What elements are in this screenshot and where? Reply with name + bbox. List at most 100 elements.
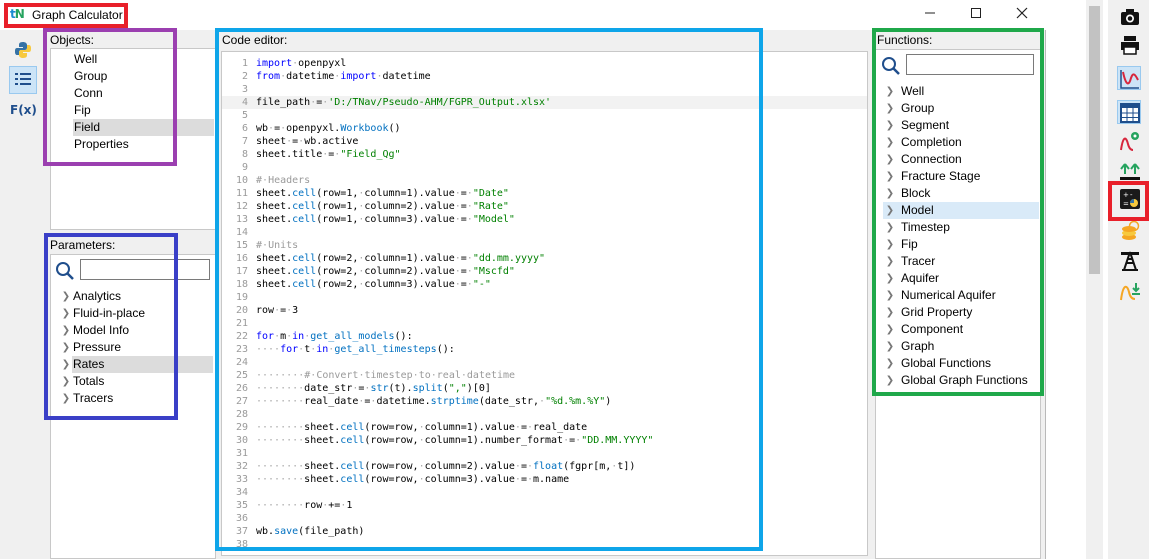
code-line[interactable]: 1 import·openpyxl xyxy=(222,57,867,70)
code-line[interactable]: 29 ········sheet.cell(row=row,·column=1).… xyxy=(222,421,867,434)
code-line[interactable]: 23 ····for·t·in·get_all_timesteps(): xyxy=(222,343,867,356)
function-item-label: Completion xyxy=(901,135,962,149)
list-button[interactable] xyxy=(9,66,37,94)
code-line[interactable]: 30 ········sheet.cell(row=row,·column=1).… xyxy=(222,434,867,447)
parameter-item-rates[interactable]: ❯ Rates xyxy=(59,356,214,373)
print-button[interactable] xyxy=(1117,32,1141,56)
table-button[interactable] xyxy=(1117,100,1141,124)
code-line[interactable]: 3 xyxy=(222,83,867,96)
code-line[interactable]: 37 wb.save(file_path) xyxy=(222,525,867,538)
close-button[interactable] xyxy=(1002,3,1042,27)
function-item-timestep[interactable]: ❯ Timestep xyxy=(883,219,1039,236)
code-line[interactable]: 13 sheet.cell(row=1,·column=3).value·=·"M… xyxy=(222,213,867,226)
code-line[interactable]: 5 xyxy=(222,109,867,122)
object-item-conn[interactable]: Conn xyxy=(73,85,214,102)
object-item-properties[interactable]: Properties xyxy=(73,136,214,153)
code-line[interactable]: 22 for·m·in·get_all_models(): xyxy=(222,330,867,343)
code-line[interactable]: 8 sheet.title·=·"Field_Qg" xyxy=(222,148,867,161)
function-item-group[interactable]: ❯ Group xyxy=(883,100,1039,117)
graph-settings-button[interactable] xyxy=(1117,128,1141,152)
function-item-global-graph-functions[interactable]: ❯ Global Graph Functions xyxy=(883,372,1039,389)
function-item-component[interactable]: ❯ Component xyxy=(883,321,1039,338)
code-line[interactable]: 6 wb·=·openpyxl.Workbook() xyxy=(222,122,867,135)
code-line[interactable]: 18 sheet.cell(row=2,·column=3).value·=·"-… xyxy=(222,278,867,291)
camera-button[interactable] xyxy=(1117,4,1141,28)
code-line[interactable]: 14 xyxy=(222,226,867,239)
oil-rig-button[interactable] xyxy=(1117,248,1141,272)
code-line[interactable]: 10 #·Headers xyxy=(222,174,867,187)
function-item-completion[interactable]: ❯ Completion xyxy=(883,134,1039,151)
object-item-fip[interactable]: Fip xyxy=(73,102,214,119)
function-item-well[interactable]: ❯ Well xyxy=(883,83,1039,100)
code-line[interactable]: 25 ········#·Convert·timestep·to·real·dat… xyxy=(222,369,867,382)
minimize-button[interactable] xyxy=(910,3,950,27)
line-graph-button[interactable] xyxy=(1117,66,1141,90)
parameter-item-fluid-in-place[interactable]: ❯ Fluid-in-place xyxy=(59,305,214,322)
function-item-label: Global Graph Functions xyxy=(901,373,1028,387)
code-line[interactable]: 20 row·=·3 xyxy=(222,304,867,317)
chevron-right-icon: ❯ xyxy=(885,86,895,97)
code-line[interactable]: 12 sheet.cell(row=1,·column=2).value·=·"R… xyxy=(222,200,867,213)
code-line[interactable]: 21 xyxy=(222,317,867,330)
code-line[interactable]: 31 xyxy=(222,447,867,460)
function-item-model[interactable]: ❯ Model xyxy=(883,202,1039,219)
code-line[interactable]: 26 ········date_str·=·str(t).split(",")[0… xyxy=(222,382,867,395)
parameter-item-totals[interactable]: ❯ Totals xyxy=(59,373,214,390)
line-number: 2 xyxy=(241,71,248,82)
code-line[interactable]: 24 xyxy=(222,356,867,369)
code-line[interactable]: 2 from·datetime·import·datetime xyxy=(222,70,867,83)
code-line[interactable]: 35 ········row·+=·1 xyxy=(222,499,867,512)
function-item-numerical-aquifer[interactable]: ❯ Numerical Aquifer xyxy=(883,287,1039,304)
code-line[interactable]: 33 ········sheet.cell(row=row,·column=3).… xyxy=(222,473,867,486)
code-line[interactable]: 15 #·Units xyxy=(222,239,867,252)
code-line[interactable]: 4 file_path·=·'D:/TNav/Pseudo-AHM/FGPR_Ou… xyxy=(222,96,867,109)
function-item-fip[interactable]: ❯ Fip xyxy=(883,236,1039,253)
code-line[interactable]: 36 xyxy=(222,512,867,525)
code-line[interactable]: 16 sheet.cell(row=2,·column=1).value·=·"d… xyxy=(222,252,867,265)
code-line[interactable]: 7 sheet·=·wb.active xyxy=(222,135,867,148)
code-line[interactable]: 38 xyxy=(222,538,867,551)
code-line[interactable]: 34 xyxy=(222,486,867,499)
curve-download-button[interactable] xyxy=(1117,278,1141,302)
functions-search-input[interactable] xyxy=(906,54,1034,75)
function-item-aquifer[interactable]: ❯ Aquifer xyxy=(883,270,1039,287)
function-item-global-functions[interactable]: ❯ Global Functions xyxy=(883,355,1039,372)
chevron-right-icon: ❯ xyxy=(61,376,71,387)
chevron-right-icon: ❯ xyxy=(885,171,895,182)
scrollbar-thumb[interactable] xyxy=(1089,6,1100,274)
function-item-tracer[interactable]: ❯ Tracer xyxy=(883,253,1039,270)
function-item-label: Connection xyxy=(901,152,962,166)
function-item-segment[interactable]: ❯ Segment xyxy=(883,117,1039,134)
arrows-up-button[interactable] xyxy=(1117,158,1141,182)
function-item-fracture-stage[interactable]: ❯ Fracture Stage xyxy=(883,168,1039,185)
object-item-well[interactable]: Well xyxy=(73,51,214,68)
chevron-right-icon: ❯ xyxy=(885,341,895,352)
maximize-button[interactable] xyxy=(956,3,996,27)
code-line[interactable]: 32 ········sheet.cell(row=row,·column=2).… xyxy=(222,460,867,473)
calculator-python-button[interactable]: + - = xyxy=(1117,186,1141,210)
function-button[interactable]: F(x) xyxy=(9,96,37,124)
object-item-group[interactable]: Group xyxy=(73,68,214,85)
coins-button[interactable] xyxy=(1117,218,1141,242)
chevron-right-icon: ❯ xyxy=(61,308,71,319)
parameter-item-tracers[interactable]: ❯ Tracers xyxy=(59,390,214,407)
parameters-search-input[interactable] xyxy=(80,259,210,280)
function-item-graph[interactable]: ❯ Graph xyxy=(883,338,1039,355)
code-line[interactable]: 27 ········real_date·=·datetime.strptime(… xyxy=(222,395,867,408)
function-item-block[interactable]: ❯ Block xyxy=(883,185,1039,202)
chevron-right-icon: ❯ xyxy=(61,393,71,404)
python-button[interactable] xyxy=(9,36,37,64)
parameter-item-pressure[interactable]: ❯ Pressure xyxy=(59,339,214,356)
parameter-item-model-info[interactable]: ❯ Model Info xyxy=(59,322,214,339)
code-text: sheet.cell(row=2,·column=1).value·=·"dd.… xyxy=(256,253,546,264)
function-item-grid-property[interactable]: ❯ Grid Property xyxy=(883,304,1039,321)
code-line[interactable]: 19 xyxy=(222,291,867,304)
code-editor[interactable]: 1 import·openpyxl 2 from·datetime·import·da… xyxy=(221,51,868,556)
code-line[interactable]: 9 xyxy=(222,161,867,174)
code-line[interactable]: 11 sheet.cell(row=1,·column=1).value·=·"D… xyxy=(222,187,867,200)
code-line[interactable]: 28 xyxy=(222,408,867,421)
code-line[interactable]: 17 sheet.cell(row=2,·column=2).value·=·"M… xyxy=(222,265,867,278)
parameter-item-analytics[interactable]: ❯ Analytics xyxy=(59,288,214,305)
function-item-connection[interactable]: ❯ Connection xyxy=(883,151,1039,168)
object-item-field[interactable]: Field xyxy=(73,119,214,136)
